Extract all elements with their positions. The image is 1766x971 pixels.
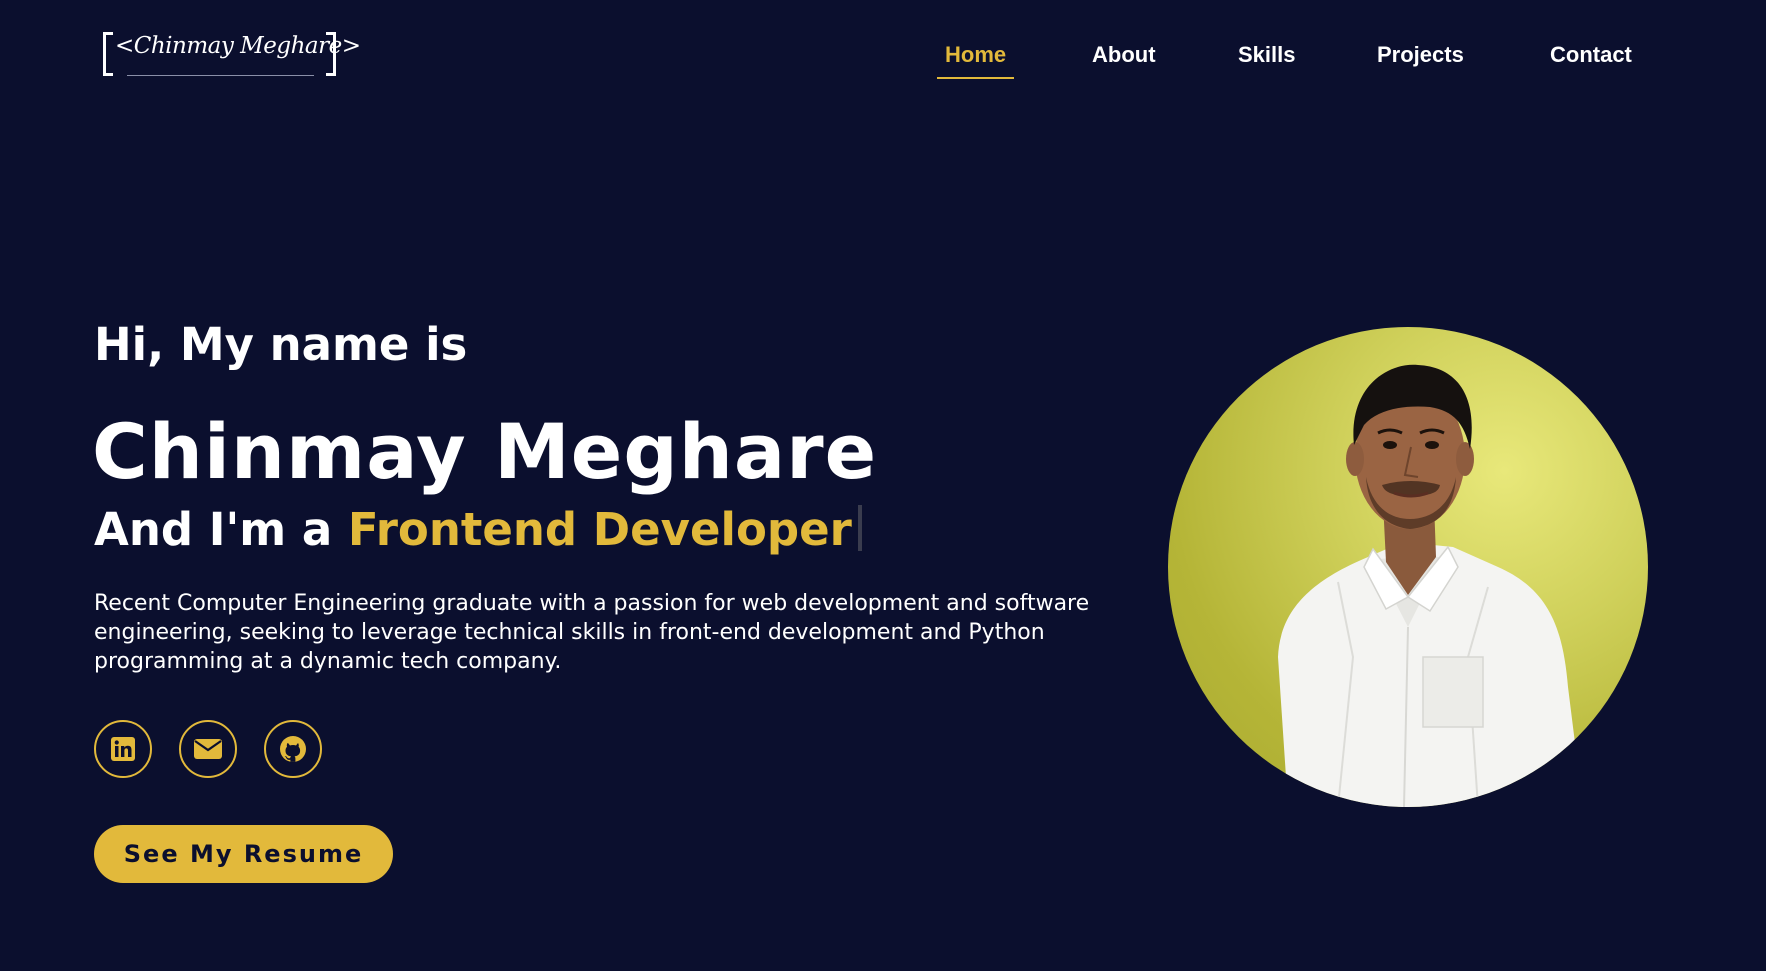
profile-photo bbox=[1168, 327, 1648, 807]
linkedin-link[interactable] bbox=[94, 720, 152, 778]
nav-skills[interactable]: Skills bbox=[1238, 42, 1295, 68]
hero-description: Recent Computer Engineering graduate wit… bbox=[94, 591, 1090, 674]
profile-photo-illustration bbox=[1278, 364, 1583, 807]
email-icon bbox=[193, 737, 223, 761]
github-icon bbox=[278, 734, 308, 764]
email-link[interactable] bbox=[179, 720, 237, 778]
see-resume-button[interactable]: See My Resume bbox=[94, 825, 393, 883]
nav-home[interactable]: Home bbox=[936, 42, 1015, 79]
role-prefix: And I'm a bbox=[94, 503, 348, 556]
nav-about[interactable]: About bbox=[1092, 42, 1156, 68]
portfolio-page: <Chinmay Meghare> Home About Skills Proj… bbox=[0, 0, 1766, 971]
hero-role-line: And I'm a Frontend Developer bbox=[94, 503, 862, 556]
hero-name: Chinmay Meghare bbox=[92, 407, 878, 496]
typing-cursor bbox=[857, 505, 862, 551]
linkedin-icon bbox=[110, 736, 136, 762]
main-nav: Home About Skills Projects Contact bbox=[0, 42, 1766, 82]
hero-greeting: Hi, My name is bbox=[94, 318, 468, 371]
github-link[interactable] bbox=[264, 720, 322, 778]
nav-projects[interactable]: Projects bbox=[1377, 42, 1464, 68]
nav-contact[interactable]: Contact bbox=[1550, 42, 1632, 68]
role-text: Frontend Developer bbox=[347, 503, 852, 556]
